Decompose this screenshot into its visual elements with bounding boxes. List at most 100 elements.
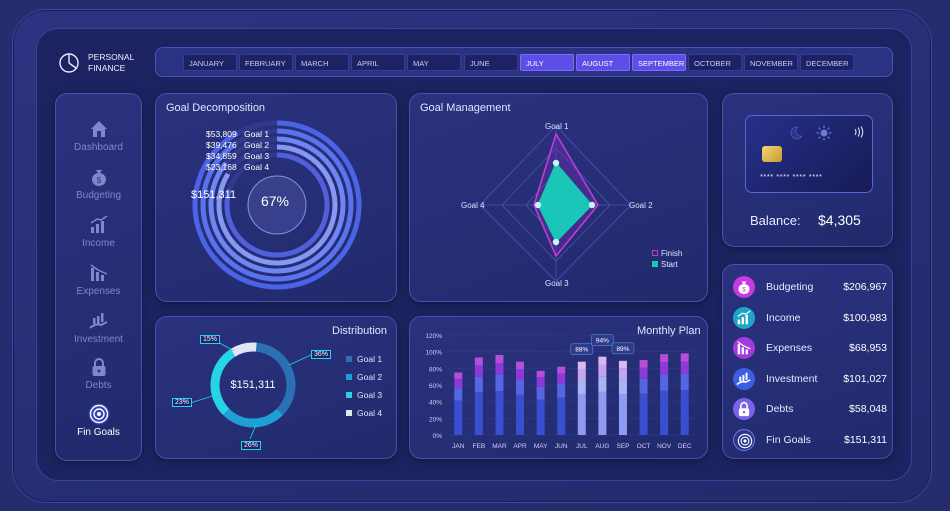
credit-card[interactable]: **** **** **** ****	[745, 115, 873, 193]
bar-segment	[536, 370, 545, 378]
sidebar-item-budgeting[interactable]: $ Budgeting	[56, 166, 141, 210]
bar-segment	[660, 362, 669, 375]
sidebar-item-label: Debts	[85, 380, 112, 391]
radar-legend-finish: Finish	[652, 249, 682, 258]
card-balance-panel: **** **** **** **** Balance: $4,305	[722, 93, 893, 247]
contactless-icon	[854, 126, 864, 138]
month-button-september[interactable]: SEPTEMBER	[632, 54, 686, 71]
bar-segment	[516, 361, 525, 369]
summary-row-fin-goals[interactable]: Fin Goals $151,311	[733, 428, 887, 455]
legend-swatch	[346, 374, 352, 380]
target-icon	[88, 403, 110, 425]
x-tick-label: APR	[513, 443, 527, 450]
distribution-total: $151,311	[230, 379, 276, 391]
x-tick-label: NOV	[657, 443, 672, 450]
month-button-october[interactable]: OCTOBER	[688, 54, 742, 71]
bar-segment	[474, 357, 483, 366]
month-button-january[interactable]: JANUARY	[183, 54, 237, 71]
distribution-panel: Distribution $151,311 15% 36% 23% 26% Goal …	[155, 316, 397, 459]
goal-decomposition-total: $151,311	[191, 189, 237, 201]
x-tick-label: JUN	[555, 443, 568, 450]
goal-label: Goal 3	[244, 151, 270, 161]
brand-logo: PERSONAL FINANCE	[58, 50, 158, 76]
goal-label: Goal 1	[244, 129, 270, 139]
summary-row-debts[interactable]: Debts $58,048	[733, 398, 887, 424]
legend-label: Goal 3	[357, 390, 383, 400]
sidebar-item-expenses[interactable]: Expenses	[56, 262, 141, 306]
legend-label: Finish	[661, 249, 683, 258]
bar-segment	[598, 364, 607, 377]
legend-label: Goal 1	[357, 354, 383, 364]
summary-label: Budgeting	[766, 281, 814, 293]
month-button-may[interactable]: MAY	[407, 54, 461, 71]
y-tick-label: 120%	[425, 333, 442, 340]
bar-callout-label: 88%	[575, 347, 588, 354]
goal-decomposition-row: $53,809 Goal 1	[206, 129, 286, 139]
sun-icon	[816, 125, 832, 141]
padlock-icon	[733, 398, 755, 420]
goal-amount: $23,168	[206, 162, 237, 172]
legend-swatch	[652, 250, 658, 256]
bar-segment	[680, 373, 689, 391]
sidebar-item-debts[interactable]: Debts	[56, 356, 141, 400]
sidebar-nav: Dashboard $ Budgeting Income Expenses Investm…	[55, 93, 142, 461]
bar-segment	[618, 368, 627, 380]
distribution-legend-item: Goal 2	[346, 372, 382, 382]
distribution-percent-label: 23%	[172, 398, 193, 407]
month-button-june[interactable]: JUNE	[464, 54, 518, 71]
summary-label: Income	[766, 311, 801, 324]
y-tick-label: 0%	[433, 433, 443, 440]
radar-axis-label: Goal 2	[629, 201, 653, 210]
bar-segment	[577, 394, 586, 435]
investment-icon	[89, 313, 108, 329]
bar-segment	[454, 388, 463, 401]
legend-label: Goal 2	[357, 372, 383, 382]
money-bag-icon: $	[733, 276, 755, 298]
month-button-february[interactable]: FEBRUARY	[239, 54, 293, 71]
y-tick-label: 40%	[429, 400, 442, 407]
bar-segment	[660, 374, 669, 391]
bar-segment	[598, 356, 607, 365]
month-button-august[interactable]: AUGUST	[576, 54, 630, 71]
x-tick-label: FEB	[473, 443, 486, 450]
distribution-legend-item: Goal 3	[346, 390, 382, 400]
bar-callout-label: 89%	[616, 346, 629, 353]
summary-value: $68,953	[849, 342, 887, 354]
money-bag-icon: $	[92, 170, 106, 186]
sidebar-item-dashboard[interactable]: Dashboard	[56, 118, 141, 162]
x-tick-label: SEP	[616, 443, 629, 450]
summary-value: $100,983	[843, 311, 887, 324]
bar-segment	[516, 380, 525, 395]
bar-segment	[598, 391, 607, 435]
bar-segment	[454, 378, 463, 389]
legend-label: Start	[661, 260, 678, 269]
month-button-december[interactable]: DECEMBER	[800, 54, 854, 71]
x-tick-label: MAR	[492, 443, 507, 450]
sidebar-item-label: Income	[82, 238, 115, 249]
sidebar-item-income[interactable]: Income	[56, 214, 141, 258]
bar-chart-up-icon	[90, 215, 108, 233]
distribution-percent-label: 15%	[200, 335, 221, 344]
balance-label: Balance:	[750, 213, 801, 228]
summary-row-expenses[interactable]: Expenses $68,953	[733, 337, 887, 363]
balance-value: $4,305	[818, 212, 861, 228]
moon-icon	[790, 126, 803, 140]
investment-icon	[733, 367, 755, 390]
sidebar-item-fin-goals[interactable]: Fin Goals	[56, 403, 141, 447]
summary-panel: $ Budgeting $206,967 Income $100,983 Expenses…	[722, 264, 893, 459]
bar-segment	[516, 369, 525, 380]
month-button-march[interactable]: MARCH	[295, 54, 349, 71]
goal-amount: $34,859	[206, 151, 237, 161]
bar-segment	[536, 377, 545, 387]
brand-line1: PERSONAL	[88, 52, 135, 62]
sidebar-item-investment[interactable]: Investment	[56, 310, 141, 354]
summary-row-budgeting[interactable]: $ Budgeting $206,967	[733, 276, 887, 302]
summary-row-investment[interactable]: Investment $101,027	[733, 367, 887, 394]
bar-segment	[474, 376, 483, 393]
month-button-april[interactable]: APRIL	[351, 54, 405, 71]
month-button-november[interactable]: NOVEMBER	[744, 54, 798, 71]
sidebar-item-label: Fin Goals	[77, 427, 120, 438]
summary-row-income[interactable]: Income $100,983	[733, 306, 887, 333]
svg-text:$: $	[97, 176, 102, 185]
month-button-july[interactable]: JULY	[520, 54, 574, 71]
